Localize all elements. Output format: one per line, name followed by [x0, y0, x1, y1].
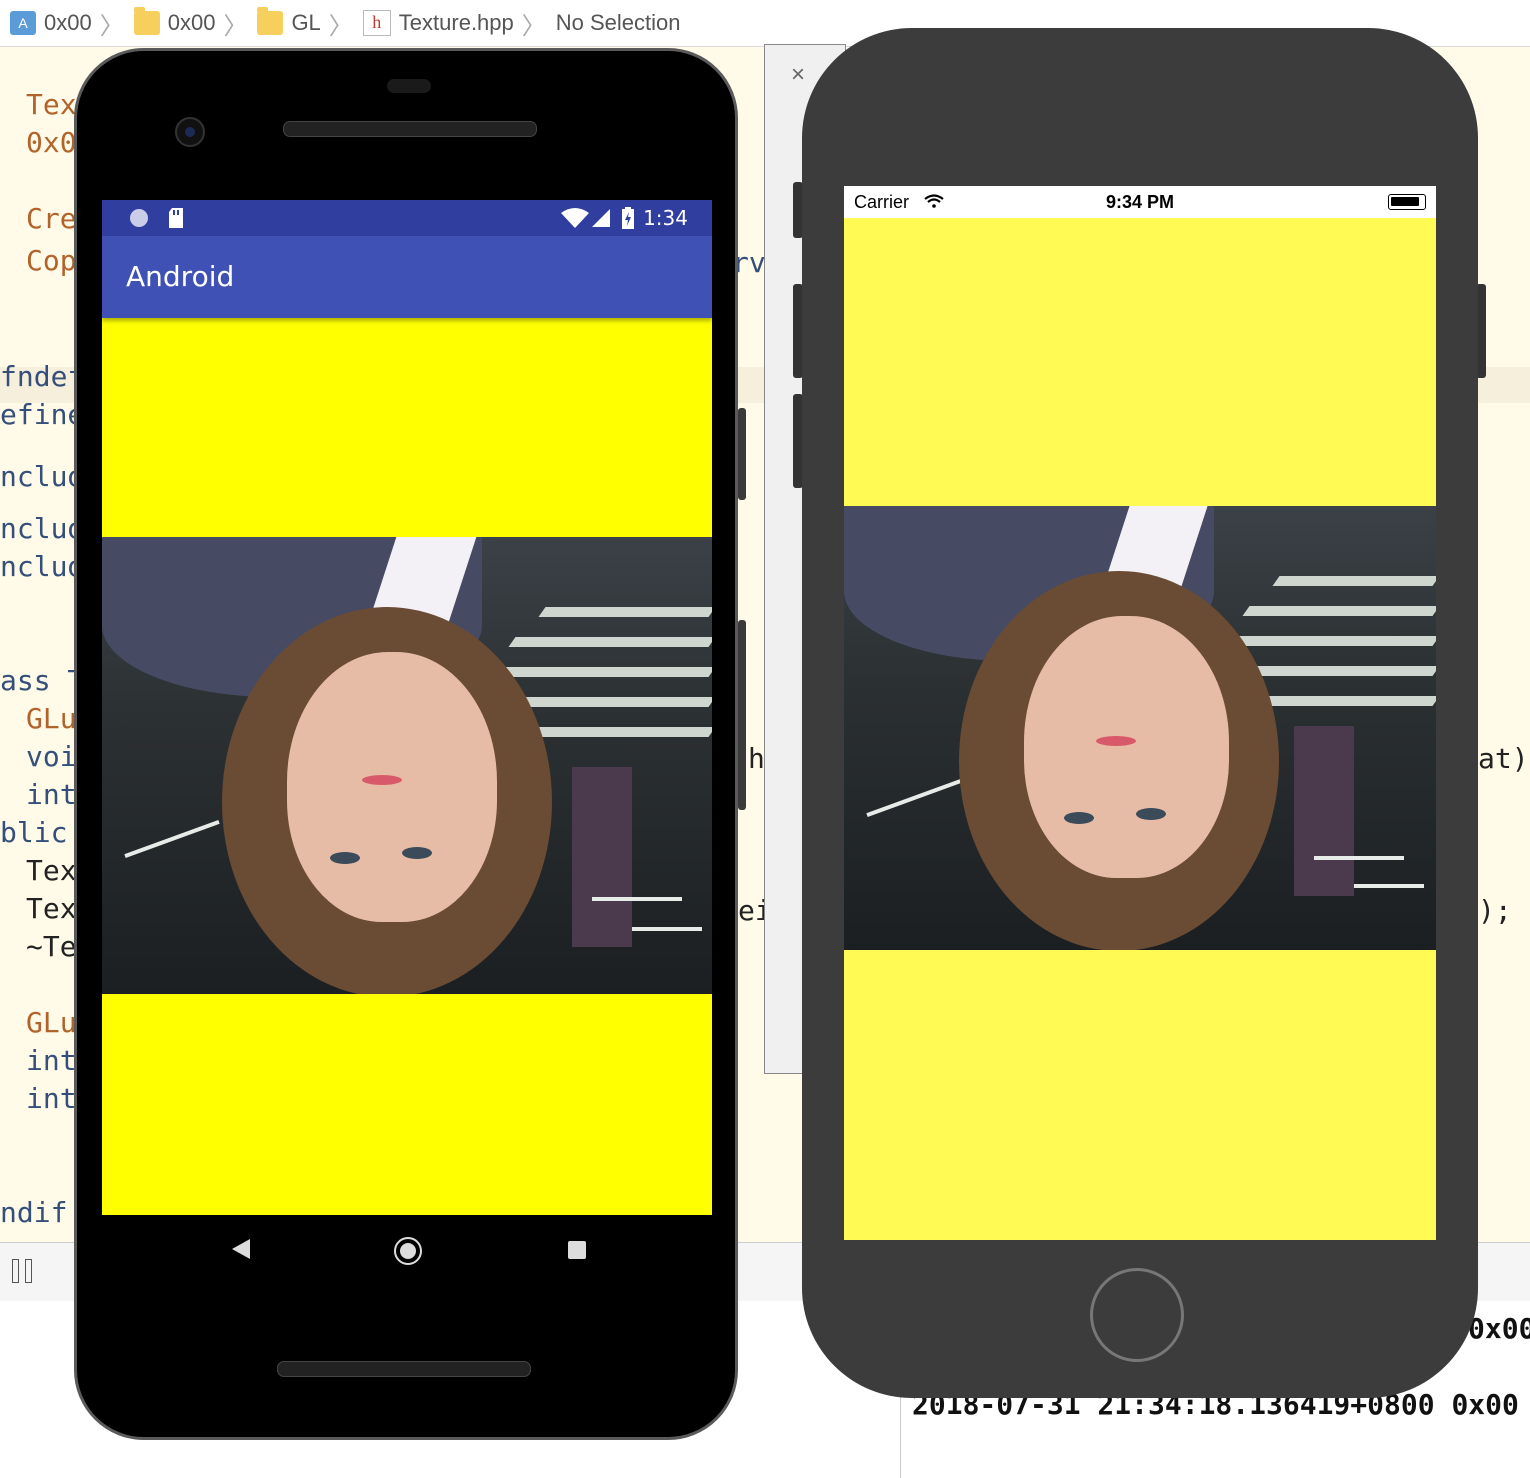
chevron-right-icon: 〉	[328, 12, 353, 40]
status-time: 1:34	[643, 206, 688, 230]
android-app-bar: Android	[102, 236, 712, 318]
code-line: blic:	[0, 816, 85, 849]
android-status-bar: 1:34	[102, 200, 712, 236]
chevron-right-icon: 〉	[99, 12, 124, 40]
code-line: ndif	[0, 1196, 68, 1229]
breadcrumb-folder[interactable]: 0x00 〉	[133, 6, 248, 41]
code-line: nclud	[0, 550, 85, 583]
hide-debug-area-icon[interactable]	[12, 1259, 36, 1283]
back-icon[interactable]	[232, 1239, 250, 1259]
home-icon[interactable]	[394, 1237, 422, 1265]
recents-icon[interactable]	[568, 1241, 586, 1259]
code-line: ~Te	[26, 930, 77, 963]
code-line: int	[26, 1044, 77, 1077]
power-button[interactable]	[738, 408, 746, 500]
volume-rocker[interactable]	[738, 620, 746, 810]
status-time: 9:34 PM	[1105, 192, 1175, 212]
project-icon: A	[10, 11, 36, 35]
battery-icon	[1388, 194, 1426, 210]
bottom-speaker	[277, 1361, 531, 1377]
rendered-texture-image	[844, 506, 1436, 950]
breadcrumb-label: No Selection	[555, 10, 681, 35]
code-line: Tex	[26, 854, 77, 887]
code-line: int	[26, 1082, 77, 1115]
wifi-icon	[561, 208, 589, 228]
chevron-right-icon: 〉	[521, 12, 546, 40]
ios-status-bar: Carrier 9:34 PM	[844, 186, 1436, 218]
chevron-right-icon: 〉	[223, 12, 248, 40]
folder-icon	[133, 7, 160, 35]
android-screen[interactable]: 1:34 Android	[102, 200, 712, 1215]
rendered-texture-image	[102, 537, 712, 994]
folder-icon	[257, 7, 284, 35]
code-line: Cop	[26, 244, 77, 277]
code-line: Tex	[26, 88, 77, 121]
close-icon[interactable]: ×	[791, 61, 805, 89]
code-line: ass T	[0, 664, 85, 697]
code-line: GLu	[26, 1006, 77, 1039]
android-nav-bar	[102, 1215, 712, 1285]
code-line: Cre	[26, 202, 77, 235]
code-line: Tex	[26, 892, 77, 925]
header-file-icon: h	[362, 10, 391, 36]
breadcrumb-file[interactable]: h Texture.hpp 〉	[362, 6, 546, 41]
code-line: int	[26, 778, 77, 811]
iphone-screen[interactable]: Carrier 9:34 PM	[844, 186, 1436, 1240]
breadcrumb-label: Texture.hpp	[398, 10, 514, 35]
breadcrumb-selection[interactable]: No Selection	[556, 10, 681, 36]
android-emulator: 1:34 Android	[74, 48, 738, 1440]
home-button[interactable]	[1090, 1268, 1184, 1362]
code-fragment: at)	[1478, 742, 1529, 775]
app-title: Android	[126, 260, 235, 293]
code-line: efine	[0, 398, 85, 431]
code-line: 0x0	[26, 126, 77, 159]
front-camera-icon	[175, 117, 205, 147]
code-line: GLu	[26, 702, 77, 735]
code-fragment: );	[1478, 894, 1512, 927]
battery-charging-icon	[622, 207, 634, 229]
signal-icon	[592, 209, 610, 227]
code-line: voi	[26, 740, 77, 773]
console-line-fragment: 0x00	[1468, 1312, 1530, 1345]
sdcard-icon	[169, 208, 183, 228]
breadcrumb-label: GL	[291, 10, 321, 35]
code-fragment: h	[748, 742, 765, 775]
breadcrumb-label: 0x00	[44, 10, 92, 35]
breadcrumb-label: 0x00	[167, 10, 216, 35]
breadcrumb-project[interactable]: A 0x00 〉	[10, 6, 124, 41]
circle-icon	[130, 209, 148, 227]
iphone-simulator: Carrier 9:34 PM	[802, 28, 1478, 1398]
code-line: nclud	[0, 512, 85, 545]
breadcrumb-folder[interactable]: GL 〉	[257, 6, 353, 41]
earpiece-speaker	[283, 121, 537, 137]
code-line: nclud	[0, 460, 85, 493]
code-line: fndef	[0, 360, 85, 393]
proximity-sensor	[387, 79, 431, 93]
